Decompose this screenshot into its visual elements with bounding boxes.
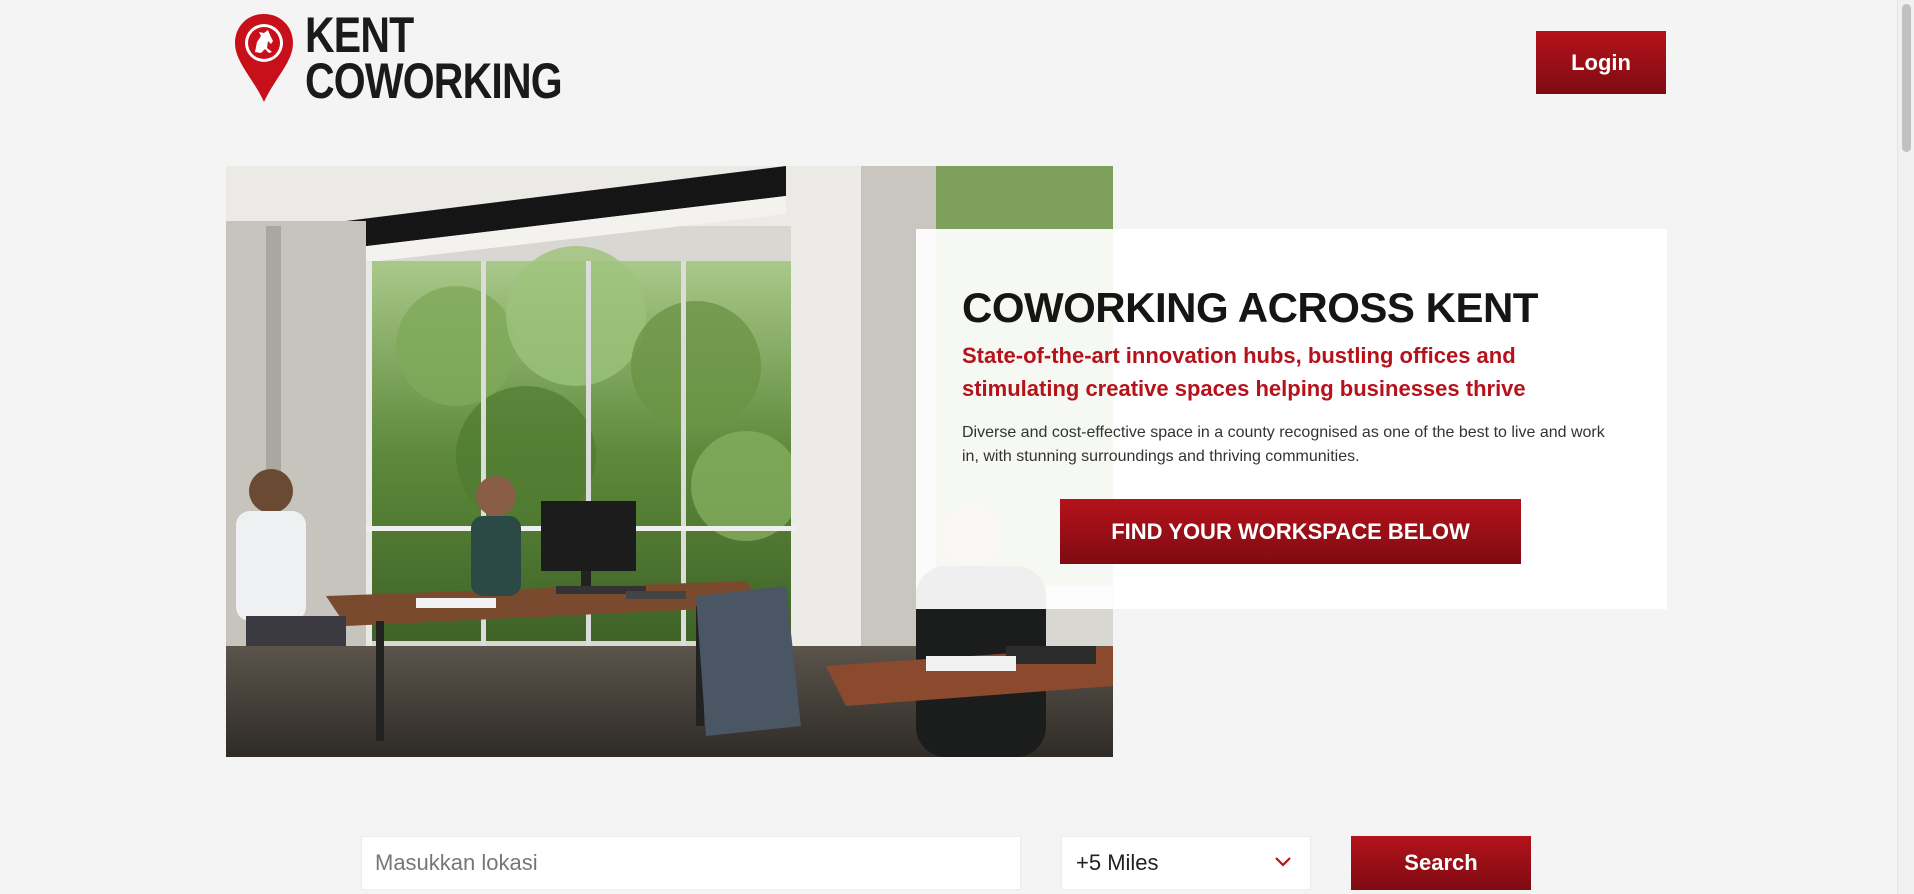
page-scrollbar[interactable] [1897, 0, 1914, 894]
login-button[interactable]: Login [1536, 31, 1666, 94]
chevron-down-icon [1275, 857, 1291, 867]
radius-select-value: +5 Miles [1076, 850, 1159, 875]
hero-subtitle: State-of-the-art innovation hubs, bustli… [962, 343, 1526, 401]
radius-select[interactable]: +5 Miles [1061, 836, 1311, 890]
hero-description: Diverse and cost-effective space in a co… [962, 424, 1605, 465]
search-button[interactable]: Search [1351, 836, 1531, 890]
logo-wordmark: KENT COWORKING [305, 7, 563, 109]
logo-line-2: COWORKING [305, 53, 563, 109]
scrollbar-thumb[interactable] [1902, 4, 1911, 152]
logo-line-1: KENT [305, 7, 414, 63]
map-pin-icon [235, 14, 293, 102]
site-logo[interactable]: KENT COWORKING [233, 7, 618, 109]
hero-card: COWORKING ACROSS KENT State-of-the-art i… [916, 229, 1667, 609]
hero-title: COWORKING ACROSS KENT [962, 284, 1538, 331]
location-search-input[interactable] [361, 836, 1021, 890]
find-workspace-button[interactable]: FIND YOUR WORKSPACE BELOW [1060, 499, 1521, 564]
